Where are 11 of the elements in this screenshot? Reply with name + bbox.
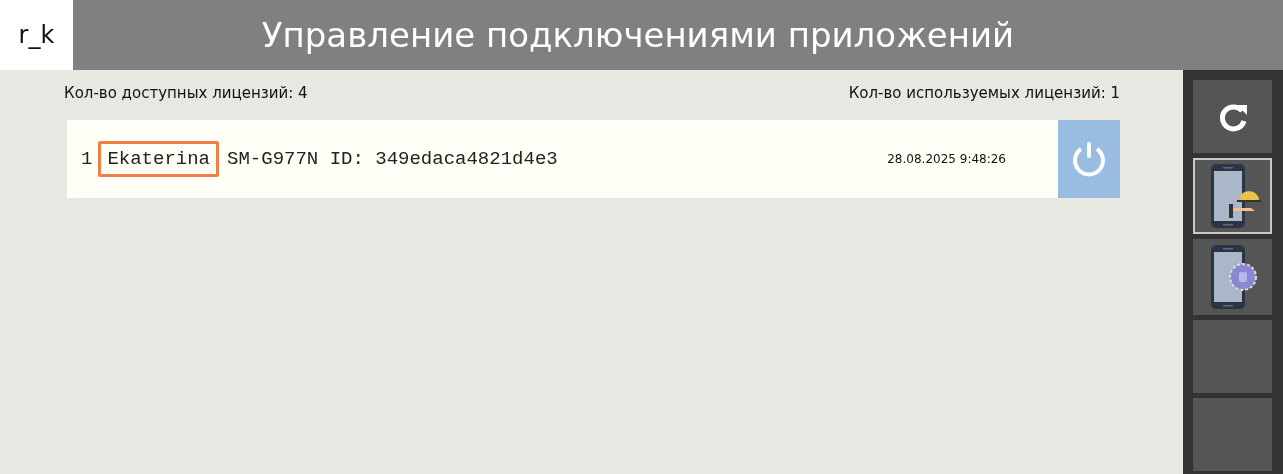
row-number: 1 — [81, 148, 93, 170]
user-name: Ekaterina — [98, 141, 220, 177]
connection-row[interactable]: 1 Ekaterina SM-G977N ID: 349edaca4821d4e3 28.08.2025 9:48:26 — [67, 120, 1058, 198]
used-licenses: Кол-во используемых лицензий: 1 — [848, 84, 1120, 102]
logo: r_k — [0, 0, 73, 70]
available-licenses: Кол-во доступных лицензий: 4 — [64, 84, 308, 102]
connection-time: 28.08.2025 9:48:26 — [887, 152, 1006, 166]
sidebar-button[interactable] — [1193, 80, 1272, 153]
sidebar-button[interactable] — [1193, 239, 1272, 315]
window-title: Управление подключениями приложений — [73, 0, 1283, 70]
device-id: SM-G977N ID: 349edaca4821d4e3 — [227, 148, 558, 170]
